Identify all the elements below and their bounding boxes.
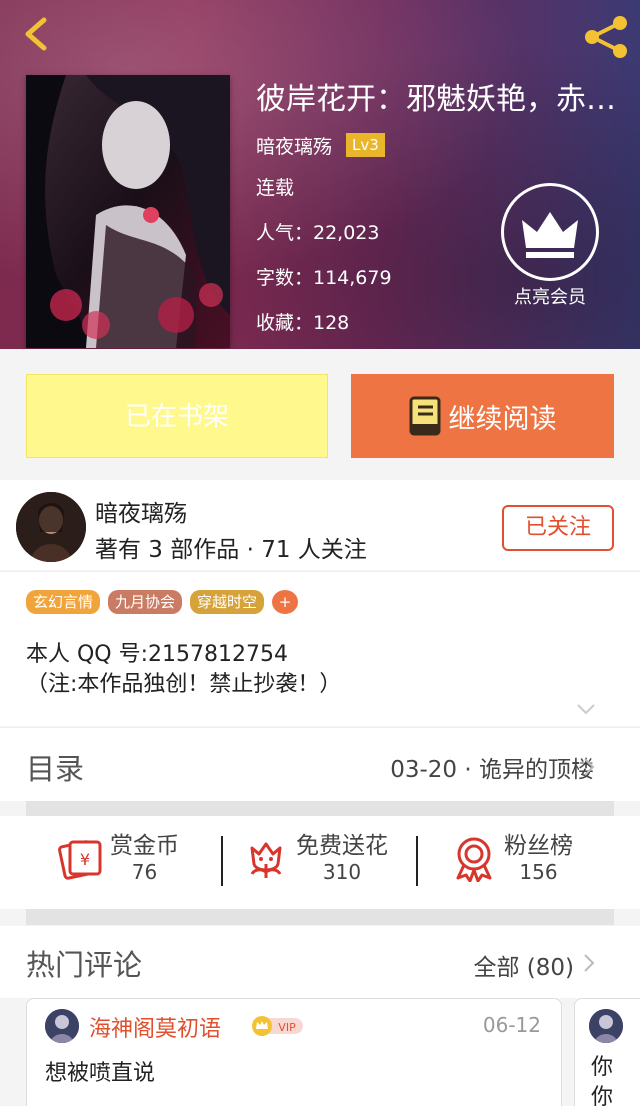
toc-title: 目录 xyxy=(26,752,85,786)
commenter-avatar[interactable] xyxy=(45,1009,79,1043)
book-description: 本人 QQ 号:2157812754 （注:本作品独创！禁止抄袭！） xyxy=(26,640,606,700)
latest-chapter: 03-20 · 诡异的顶楼 xyxy=(390,757,594,783)
stat-label: 免费送花 xyxy=(296,833,388,859)
book-icon xyxy=(409,396,440,436)
in-bookshelf-button[interactable]: 已在书架 xyxy=(26,374,328,458)
vip-member-button[interactable]: 点亮会员 xyxy=(500,183,600,309)
crown-icon xyxy=(501,183,599,281)
book-author[interactable]: 暗夜璃殇 xyxy=(256,132,332,159)
followed-button[interactable]: 已关注 xyxy=(502,505,614,551)
hot-comments-header: 热门评论 全部 (80) xyxy=(0,926,640,998)
description-line: （注:本作品独创！禁止抄袭！） xyxy=(26,672,342,697)
stat-value: 310 xyxy=(322,860,362,884)
author-name: 暗夜璃殇 xyxy=(95,501,187,527)
share-icon[interactable] xyxy=(582,14,630,60)
stat-value: 156 xyxy=(519,860,558,884)
author-row[interactable]: 暗夜璃殇 著有 3 部作品 · 71 人关注 已关注 xyxy=(0,480,640,570)
tag-item[interactable]: 九月协会 xyxy=(108,590,183,614)
stat-label: 赏金币 xyxy=(110,833,179,859)
comment-card[interactable]: 你你 xyxy=(574,998,640,1106)
description-section: 玄幻言情 九月协会 穿越时空 + 本人 QQ 号:2157812754 （注:本… xyxy=(0,571,640,726)
reward-coins: 赏金币 76 xyxy=(110,832,179,884)
comment-date: 06-12 xyxy=(482,1013,541,1037)
red-envelope-icon: ¥ xyxy=(58,840,102,880)
svg-text:¥: ¥ xyxy=(80,850,90,869)
stat-divider xyxy=(416,836,418,886)
all-comments-link[interactable]: 全部 (80) xyxy=(473,948,574,982)
author-level-badge: Lv3 xyxy=(346,133,385,157)
stat-label: 粉丝榜 xyxy=(504,833,573,859)
author-avatar[interactable] xyxy=(16,492,86,562)
book-detail-page: 彼岸花开：邪魅妖艳，赤… 暗夜璃殇 Lv3 连载 人气：22,023 字数：11… xyxy=(0,0,640,1106)
table-of-contents-row[interactable]: 目录 03-20 · 诡异的顶楼 xyxy=(0,727,640,801)
vip-label: 点亮会员 xyxy=(514,287,586,308)
fan-ranking: 粉丝榜 156 xyxy=(504,832,573,884)
section-divider xyxy=(26,801,614,817)
flower-icon xyxy=(250,842,282,878)
cover-illustration xyxy=(26,75,230,348)
send-flower-button[interactable]: 免费送花 310 xyxy=(242,832,388,884)
book-header: 彼岸花开：邪魅妖艳，赤… 暗夜璃殇 Lv3 连载 人气：22,023 字数：11… xyxy=(0,0,640,349)
tag-list: 玄幻言情 九月协会 穿越时空 + xyxy=(26,590,306,614)
book-title: 彼岸花开：邪魅妖艳，赤… xyxy=(256,82,616,117)
stat-value: 76 xyxy=(131,860,158,884)
book-author-line: 暗夜璃殇 Lv3 xyxy=(256,132,632,158)
commenter-avatar[interactable] xyxy=(589,1009,623,1043)
back-icon[interactable] xyxy=(18,14,58,54)
commenter-name[interactable]: 海神阁莫初语 xyxy=(89,1011,221,1043)
stat-divider xyxy=(221,836,223,886)
description-line: 本人 QQ 号:2157812754 xyxy=(26,642,289,667)
add-tag-button[interactable]: + xyxy=(272,590,299,614)
author-stats: 著有 3 部作品 · 71 人关注 xyxy=(95,537,367,563)
comment-text: 想被喷直说 xyxy=(45,1061,156,1086)
expand-chevron-icon[interactable] xyxy=(576,702,596,716)
chevron-right-icon xyxy=(584,758,595,776)
section-divider xyxy=(26,909,614,925)
tag-item[interactable]: 玄幻言情 xyxy=(26,590,101,614)
comment-text: 你你 xyxy=(591,1055,614,1106)
fan-ranking-button[interactable]: 粉丝榜 156 xyxy=(450,832,573,884)
vip-badge-icon: VIP xyxy=(252,1016,303,1036)
comment-card[interactable]: 海神阁莫初语 VIP 06-12 想被喷直说 xyxy=(26,998,562,1106)
book-cover[interactable] xyxy=(26,75,230,348)
chevron-right-icon[interactable] xyxy=(582,952,596,974)
hot-comments-title: 热门评论 xyxy=(26,948,143,982)
free-flowers: 免费送花 310 xyxy=(296,832,388,884)
reward-coins-button[interactable]: ¥ 赏金币 76 xyxy=(56,832,179,884)
vip-badge-text: VIP xyxy=(278,1021,296,1034)
tag-item[interactable]: 穿越时空 xyxy=(190,590,265,614)
continue-reading-button[interactable]: 继续阅读 xyxy=(351,374,614,458)
medal-icon xyxy=(456,837,492,882)
reward-stats-row: ¥ 赏金币 76 免费送花 310 粉丝榜 156 xyxy=(0,816,640,909)
continue-reading-label: 继续阅读 xyxy=(448,403,557,435)
